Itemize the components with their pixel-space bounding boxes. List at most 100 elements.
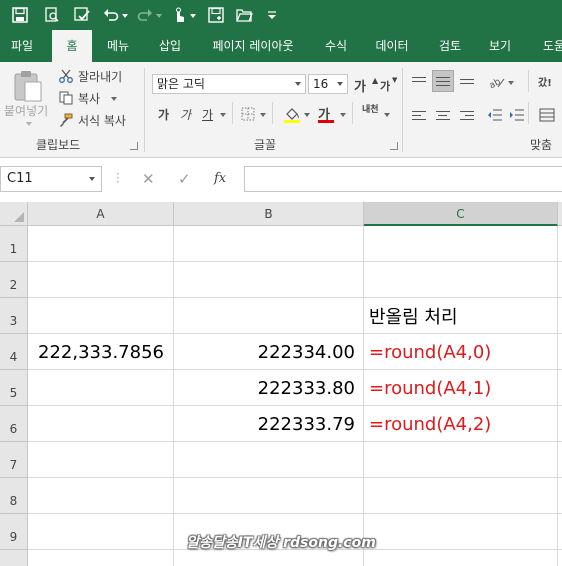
row-header[interactable]: 7: [0, 442, 28, 478]
touch-mode-dropdown-icon[interactable]: [190, 14, 196, 18]
bold-button[interactable]: 가: [158, 106, 169, 123]
align-left-icon[interactable]: [412, 108, 428, 124]
divider: [272, 102, 273, 124]
align-right-icon[interactable]: [460, 108, 476, 124]
tab-review[interactable]: 검토: [430, 30, 470, 62]
print-preview-icon[interactable]: [42, 5, 62, 25]
touch-mode-icon[interactable]: [170, 5, 188, 25]
chevron-down-icon: [337, 82, 343, 86]
top-align-icon[interactable]: [412, 74, 428, 90]
tab-formulas[interactable]: 수식: [316, 30, 356, 62]
formula-input[interactable]: [244, 166, 562, 192]
underline-button[interactable]: 가: [202, 106, 213, 123]
tab-view[interactable]: 보기: [480, 30, 520, 62]
italic-button[interactable]: 가: [180, 106, 191, 123]
align-center-icon[interactable]: [436, 108, 452, 124]
save-as-icon[interactable]: [206, 5, 226, 25]
spelling-check-icon[interactable]: [72, 5, 92, 25]
undo-dropdown-icon[interactable]: [122, 14, 128, 18]
row-header[interactable]: 1: [0, 226, 28, 262]
cut-icon[interactable]: [58, 68, 74, 84]
fill-color-icon[interactable]: [282, 104, 302, 124]
group-separator: [402, 68, 403, 152]
divider: [232, 102, 233, 124]
row-header[interactable]: 5: [0, 370, 28, 406]
cell-c3[interactable]: 반올림 처리: [364, 298, 558, 334]
watermark: 알송달송IT세상 rdsong.com: [186, 535, 376, 551]
enter-icon: ✓: [178, 170, 191, 188]
row-header[interactable]: [0, 550, 28, 566]
column-header-c[interactable]: C: [364, 202, 558, 226]
borders-icon[interactable]: [240, 106, 256, 122]
font-color-dropdown-icon[interactable]: [340, 113, 346, 117]
tab-file[interactable]: 파일: [2, 30, 42, 62]
wrap-text-button[interactable]: 갔!: [538, 74, 552, 89]
font-color-swatch: [318, 120, 334, 123]
customize-toolbar-icon[interactable]: [264, 5, 280, 25]
borders-dropdown-icon[interactable]: [260, 113, 266, 117]
copy-button[interactable]: 복사: [78, 90, 100, 107]
cell-b5[interactable]: 222333.80: [174, 370, 363, 406]
tab-help[interactable]: 도움: [534, 30, 562, 62]
tab-data[interactable]: 데이터: [368, 30, 416, 62]
cell-a4[interactable]: 222,333.7856: [28, 334, 174, 370]
fill-color-dropdown-icon[interactable]: [304, 113, 310, 117]
divider: [352, 102, 353, 124]
quick-access-toolbar: [0, 0, 562, 30]
select-all-button[interactable]: [0, 202, 28, 226]
column-header-b[interactable]: B: [174, 202, 364, 226]
row-header[interactable]: 2: [0, 262, 28, 298]
tab-insert[interactable]: 삽입: [150, 30, 190, 62]
font-name-select[interactable]: 맑은 고딕: [152, 74, 306, 94]
cell-b6[interactable]: 222333.79: [174, 406, 363, 442]
orientation-icon[interactable]: ab: [488, 74, 506, 90]
paste-dropdown-icon[interactable]: [26, 122, 32, 126]
increase-indent-icon[interactable]: [508, 106, 526, 124]
format-painter-icon[interactable]: [58, 112, 74, 128]
cell-c5[interactable]: =round(A4,1): [364, 370, 558, 406]
open-folder-icon[interactable]: [234, 5, 254, 25]
decrease-font-size-button[interactable]: 가: [380, 78, 390, 94]
chevron-down-icon: [295, 82, 301, 86]
name-box-value: C11: [7, 171, 33, 186]
font-size-select[interactable]: 16: [308, 74, 348, 94]
middle-align-icon[interactable]: [432, 70, 454, 92]
tab-home[interactable]: 홈: [52, 30, 92, 62]
bottom-align-icon[interactable]: [460, 76, 476, 92]
merge-center-icon[interactable]: [538, 106, 556, 124]
format-painter-button[interactable]: 서식 복사: [78, 112, 126, 129]
tab-menu[interactable]: 메뉴: [98, 30, 138, 62]
copy-dropdown-icon[interactable]: [111, 97, 117, 101]
row-header[interactable]: 8: [0, 478, 28, 514]
name-box[interactable]: C11: [0, 166, 102, 192]
clipboard-launcher-icon[interactable]: [130, 142, 138, 150]
decrease-indent-icon[interactable]: [486, 106, 504, 124]
underline-dropdown-icon[interactable]: [220, 113, 226, 117]
cell-c4[interactable]: =round(A4,0): [364, 334, 558, 370]
phonetic-dropdown-icon[interactable]: [384, 113, 390, 117]
phonetic-guide-button[interactable]: 내천: [362, 102, 379, 115]
paste-icon[interactable]: [12, 68, 44, 104]
row-header[interactable]: 3: [0, 298, 28, 334]
insert-function-icon[interactable]: fx: [214, 171, 226, 186]
clipboard-group-label: 클립보드: [36, 138, 81, 152]
redo-dropdown-icon: [156, 14, 162, 18]
increase-font-size-button[interactable]: 가: [354, 76, 366, 95]
cell-b4[interactable]: 222334.00: [174, 334, 363, 370]
row-header[interactable]: 4: [0, 334, 28, 370]
shrink-arrow-icon: ▼: [392, 76, 398, 84]
spreadsheet-grid: A B C 1 2 3 4 5 6 7 8 9 반올림 처리 222,333.7…: [0, 202, 562, 566]
save-icon[interactable]: [10, 5, 30, 25]
column-header-a[interactable]: A: [28, 202, 174, 226]
row-header[interactable]: 6: [0, 406, 28, 442]
copy-icon[interactable]: [58, 90, 74, 106]
formula-bar: C11 · · · ✕ ✓ fx: [0, 158, 562, 202]
paste-button[interactable]: 붙여넣기: [4, 102, 48, 119]
font-launcher-icon[interactable]: [390, 142, 398, 150]
tab-page-layout[interactable]: 페이지 레이아웃: [204, 30, 302, 62]
orientation-dropdown-icon[interactable]: [508, 81, 514, 85]
column-header-d[interactable]: [558, 202, 562, 226]
cell-c6[interactable]: =round(A4,2): [364, 406, 558, 442]
undo-icon[interactable]: [102, 5, 120, 25]
cut-button[interactable]: 잘라내기: [78, 68, 122, 85]
